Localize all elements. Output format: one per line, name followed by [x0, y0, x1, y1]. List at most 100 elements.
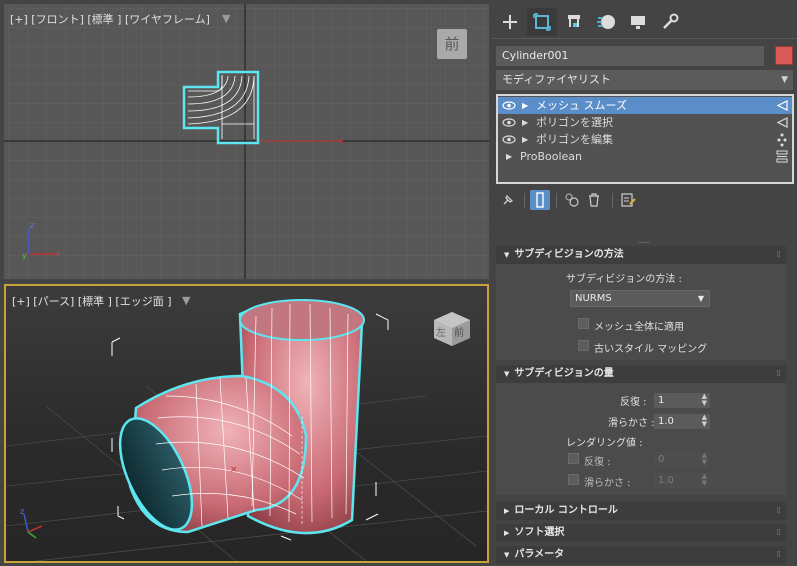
- perspective-viewport[interactable]: × z z [+] [パース] [標準 ] [エッジ面 ] ▼ 左 前: [4, 284, 489, 563]
- stack-item-meshsmooth[interactable]: ▶ メッシュ スムーズ: [498, 97, 792, 114]
- collapse-arrow-icon: ▼: [504, 251, 510, 259]
- modify-icon[interactable]: [527, 8, 557, 36]
- front-viewport[interactable]: × z x y [+] [フロント] [標準] [ワイヤフレーム] ▼ 前: [4, 4, 489, 279]
- spinner-arrows-icon[interactable]: ▲ ▼: [702, 473, 707, 487]
- perspective-scene: × z z: [6, 299, 487, 561]
- stack-item-proboolean[interactable]: ▶ ProBoolean: [498, 148, 792, 165]
- svg-text:z: z: [30, 221, 34, 230]
- smoothness-spinner[interactable]: 1.0 ▲ ▼: [654, 414, 710, 429]
- rollout-soft-selection-header[interactable]: ▶ ソフト選択 ⁞⁞: [496, 524, 786, 542]
- object-color-swatch[interactable]: [775, 46, 793, 65]
- eye-icon[interactable]: [502, 97, 516, 114]
- render-smoothness-label: 滑らかさ :: [584, 478, 631, 489]
- command-panel-tabs: [492, 6, 797, 38]
- expand-arrow-icon[interactable]: ▶: [522, 131, 528, 148]
- viewcube[interactable]: 左 前: [430, 308, 472, 348]
- modifier-list-dropdown[interactable]: モディファイヤリスト ▼: [496, 70, 793, 90]
- render-smoothness-value: 1.0: [658, 475, 674, 486]
- viewcube-left-face: 左: [436, 328, 446, 339]
- perspective-object[interactable]: × z: [105, 299, 365, 540]
- configure-sets-icon[interactable]: [618, 190, 638, 210]
- rollout-title: ソフト選択: [514, 527, 565, 538]
- stack-item-edit-poly[interactable]: ▶ ポリゴンを編集: [498, 131, 792, 148]
- object-name-field[interactable]: Cylinder001: [496, 46, 764, 66]
- modifier-stack: ▶ メッシュ スムーズ ▶ ポリゴンを選択 ▶ ポリゴンを編集 ▶ ProBoo…: [496, 94, 794, 184]
- smoothness-value: 1.0: [658, 416, 674, 427]
- utilities-icon[interactable]: [655, 8, 685, 36]
- spinner-arrows-icon[interactable]: ▲ ▼: [702, 414, 707, 428]
- render-values-label: レンダリング値 :: [566, 438, 643, 449]
- modifier-list-label: モディファイヤリスト: [502, 73, 611, 86]
- drag-grip-icon[interactable]: ⁞⁞: [776, 546, 781, 564]
- rollout-title: サブディビジョンの量: [514, 368, 614, 379]
- render-iterations-value: 0: [658, 454, 665, 465]
- perspective-viewport-label[interactable]: [+] [パース] [標準 ] [エッジ面 ]: [12, 293, 171, 309]
- drag-grip-icon[interactable]: ⁞⁞: [776, 365, 781, 383]
- collapse-arrow-icon: ▼: [504, 551, 510, 559]
- iterations-label: 反復 :: [620, 397, 647, 408]
- smoothness-label: 滑らかさ :: [608, 418, 655, 429]
- svg-text:z: z: [20, 507, 24, 516]
- motion-icon[interactable]: [591, 8, 621, 36]
- method-label: サブディビジョンの方法 :: [566, 274, 682, 285]
- render-iterations-label: 反復 :: [584, 457, 611, 468]
- rollout-subdivision-amount-body: 反復 : 1 ▲ ▼ 滑らかさ : 1.0 ▲ ▼ レンダリング値 : 反復 : 0…: [496, 383, 786, 495]
- toolbar-divider: [524, 193, 525, 208]
- modifier-type-icon: [777, 133, 787, 147]
- make-unique-icon[interactable]: [562, 190, 582, 210]
- rollout-subdivision-method-body: サブディビジョンの方法 : NURMS ▼ メッシュ全体に適用 古いスタイル マ…: [496, 264, 786, 360]
- expand-arrow-icon: ▶: [504, 507, 510, 515]
- svg-text:z: z: [298, 413, 302, 422]
- render-smoothness-checkbox[interactable]: [568, 474, 579, 485]
- stack-item-label: ポリゴンを選択: [536, 116, 613, 129]
- rollout-local-control-header[interactable]: ▶ ローカル コントロール ⁞⁞: [496, 502, 786, 520]
- drag-grip-icon[interactable]: ⁞⁞: [776, 246, 781, 264]
- collapse-arrow-icon: ▼: [504, 370, 510, 378]
- panel-splitter[interactable]: .......: [637, 236, 651, 246]
- rollout-subdivision-amount-header[interactable]: ▼ サブディビジョンの量 ⁞⁞: [496, 365, 786, 383]
- display-icon[interactable]: [623, 8, 653, 36]
- stack-toolbar: [496, 190, 794, 212]
- filter-icon[interactable]: ▼: [222, 12, 230, 25]
- iterations-spinner[interactable]: 1 ▲ ▼: [654, 393, 710, 408]
- front-viewport-label[interactable]: [+] [フロント] [標準 ] [ワイヤフレーム]: [10, 11, 210, 27]
- expand-arrow-icon[interactable]: ▶: [522, 97, 528, 114]
- old-style-mapping-checkbox[interactable]: [578, 340, 589, 351]
- expand-arrow-icon[interactable]: ▶: [522, 114, 528, 131]
- spinner-arrows-icon[interactable]: ▲ ▼: [702, 393, 707, 407]
- rollout-title: パラメータ: [514, 549, 565, 560]
- stack-item-label: ポリゴンを編集: [536, 133, 613, 146]
- modifier-type-icon: [776, 117, 788, 128]
- rollout-subdivision-method-header[interactable]: ▼ サブディビジョンの方法 ⁞⁞: [496, 246, 786, 264]
- eye-icon[interactable]: [502, 114, 516, 131]
- render-iterations-checkbox[interactable]: [568, 453, 579, 464]
- spinner-arrows-icon[interactable]: ▲ ▼: [702, 452, 707, 466]
- expand-arrow-icon[interactable]: ▶: [506, 148, 512, 165]
- apply-whole-mesh-label: メッシュ全体に適用: [594, 322, 684, 333]
- filter-icon[interactable]: ▼: [182, 294, 190, 307]
- drag-grip-icon[interactable]: ⁞⁞: [776, 502, 781, 520]
- subdivision-method-dropdown[interactable]: NURMS ▼: [570, 290, 710, 307]
- hierarchy-icon[interactable]: [559, 8, 589, 36]
- modifier-type-icon: [776, 150, 788, 163]
- front-grid: × z x y: [4, 4, 489, 279]
- rollout-parameters-header[interactable]: ▼ パラメータ ⁞⁞: [496, 546, 786, 564]
- modifier-type-icon: [776, 100, 788, 111]
- stack-item-poly-select[interactable]: ▶ ポリゴンを選択: [498, 114, 792, 131]
- drag-grip-icon[interactable]: ⁞⁞: [776, 524, 781, 542]
- render-iterations-spinner[interactable]: 0 ▲ ▼: [654, 452, 710, 467]
- create-icon[interactable]: [495, 8, 525, 36]
- max-ui: × z x y [+] [フロント] [標準] [ワイヤフレーム] ▼ 前 ×…: [0, 0, 797, 566]
- eye-icon[interactable]: [502, 131, 516, 148]
- svg-text:x: x: [56, 249, 61, 258]
- apply-whole-mesh-checkbox[interactable]: [578, 318, 589, 329]
- render-smoothness-spinner[interactable]: 1.0 ▲ ▼: [654, 473, 710, 488]
- old-style-mapping-label: 古いスタイル マッピング: [594, 344, 708, 355]
- pin-stack-icon[interactable]: [498, 190, 518, 210]
- chevron-down-icon: ▼: [697, 294, 704, 303]
- chevron-down-icon: ▼: [781, 75, 788, 85]
- rollout-title: サブディビジョンの方法: [514, 249, 624, 260]
- viewcube[interactable]: 前: [437, 29, 467, 59]
- show-end-result-icon[interactable]: [530, 190, 550, 210]
- trash-icon[interactable]: [584, 190, 604, 210]
